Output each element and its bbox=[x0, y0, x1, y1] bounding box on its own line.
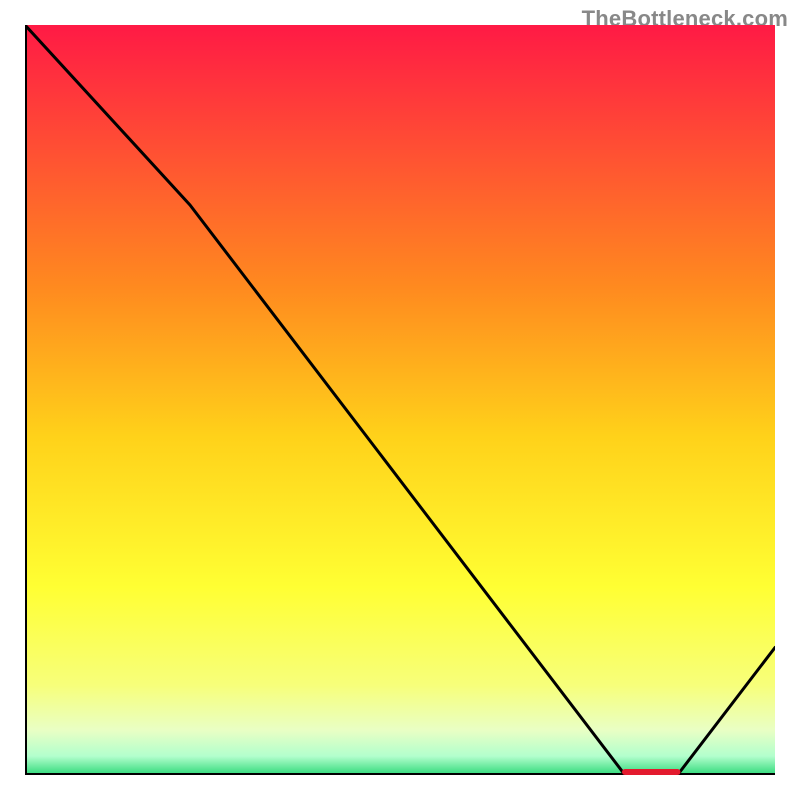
chart-svg bbox=[25, 25, 775, 775]
chart-container: TheBottleneck.com bbox=[0, 0, 800, 800]
plot-area bbox=[25, 25, 775, 775]
